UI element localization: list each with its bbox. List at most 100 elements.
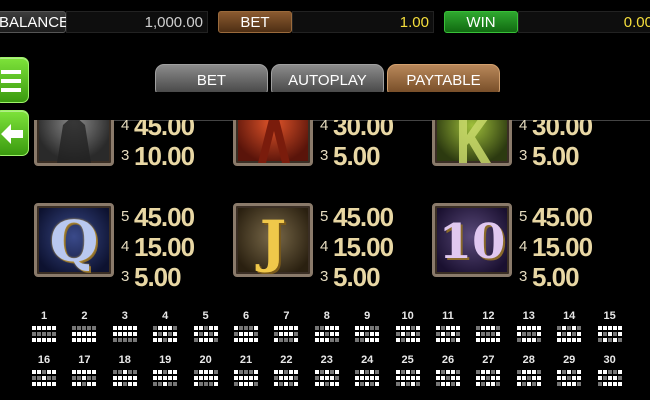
payline-grid [274,370,299,386]
payline-grid [476,326,501,342]
payline-number: 22 [280,354,293,366]
payline-number: 19 [159,354,172,366]
payline-number: 1 [40,310,48,322]
top-status-bar: BALANCE 1,000.00 BET 1.00 WIN 0.00 [0,0,650,42]
payline-2: 2 [70,309,98,342]
payline-number: 23 [320,354,333,366]
payline-grid [395,370,420,386]
symbol-q-letter: Q [49,209,99,275]
pay-column-j: 5 45.00 4 15.00 3 5.00 [320,202,394,292]
payline-9: 9 [353,309,381,342]
payline-number: 2 [81,310,88,322]
payline-16: 16 [30,353,58,386]
payline-23: 23 [313,353,341,386]
payline-4: 4 [151,309,179,342]
payline-number: 14 [563,310,576,322]
payline-1: 1 [30,309,58,342]
payline-number: 30 [603,354,616,366]
payline-grid [557,326,582,342]
payline-18: 18 [111,353,139,386]
back-arrow-icon [1,124,23,144]
payline-14: 14 [555,309,583,342]
payline-grid [314,370,339,386]
pay-amount: 5.00 [333,262,381,292]
pay-amount: 5.00 [134,262,182,292]
payline-5: 5 [192,309,220,342]
pay-amount: 15.00 [134,232,195,262]
balance-label: BALANCE [0,11,69,33]
symbol-j-letter: J [259,209,287,275]
payline-number: 21 [239,354,253,366]
pay-column-10: 5 45.00 4 15.00 3 5.00 [519,202,593,292]
payline-number: 6 [242,310,250,322]
payline-number: 7 [283,310,290,322]
bet-label: BET [218,11,292,33]
payline-grid [112,370,137,386]
payline-number: 28 [522,354,535,366]
symbol-j: J [233,203,313,277]
payline-number: 18 [118,354,131,366]
payline-13: 13 [515,309,543,342]
pay-count: 3 [519,147,528,164]
bet-value: 1.00 [292,11,434,33]
pay-count: 4 [320,238,329,255]
payline-24: 24 [353,353,381,386]
win-value: 0.00 [518,11,650,33]
payline-grid [112,326,137,342]
payline-number: 27 [482,354,495,366]
payline-21: 21 [232,353,260,386]
payline-15: 15 [596,309,624,342]
payline-number: 29 [563,354,576,366]
payline-grid [476,370,501,386]
payline-grid [355,370,380,386]
paytable-crop-mask [30,92,620,120]
pay-count: 3 [121,147,130,164]
payline-number: 13 [522,310,535,322]
payline-number: 25 [401,354,414,366]
win-label: WIN [444,11,518,33]
payline-number: 20 [199,354,212,366]
symbol-q: Q [34,203,114,277]
pay-count: 4 [519,238,528,255]
payline-grid [516,370,541,386]
payline-number: 24 [361,354,374,366]
pay-amount: 45.00 [134,202,195,232]
pay-amount: 15.00 [532,232,593,262]
pay-column-q: 5 45.00 4 15.00 3 5.00 [121,202,195,292]
payline-number: 10 [401,310,414,322]
pay-amount: 5.00 [532,141,580,171]
pay-count: 5 [519,208,528,225]
payline-26: 26 [434,353,462,386]
symbol-10: 10 [432,203,512,277]
pay-amount: 45.00 [333,202,394,232]
payline-number: 11 [442,310,454,322]
payline-number: 16 [37,354,51,366]
payline-grid [557,370,582,386]
payline-number: 8 [323,310,330,322]
pay-amount: 10.00 [134,141,195,171]
pay-count: 3 [519,268,528,285]
payline-number: 17 [78,354,91,366]
pay-count: 4 [121,238,130,255]
menu-button[interactable] [0,57,29,103]
payline-grid [72,370,97,386]
payline-28: 28 [515,353,543,386]
pay-amount: 5.00 [333,141,381,171]
symbol-10-letter: 10 [438,214,506,270]
payline-grid [355,326,380,342]
payline-20: 20 [192,353,220,386]
payline-grid [72,326,97,342]
payline-11: 11 [434,309,462,342]
payline-number: 26 [441,354,455,366]
payline-grid [436,370,460,386]
payline-7: 7 [272,309,300,342]
payline-10: 10 [394,309,422,342]
pay-count: 5 [320,208,329,225]
payline-grid [193,370,218,386]
payline-grid [234,326,258,342]
back-button[interactable] [0,110,29,156]
payline-grid [597,370,622,386]
pay-amount: 5.00 [532,262,580,292]
pay-count: 3 [320,147,329,164]
payline-grid [193,326,218,342]
